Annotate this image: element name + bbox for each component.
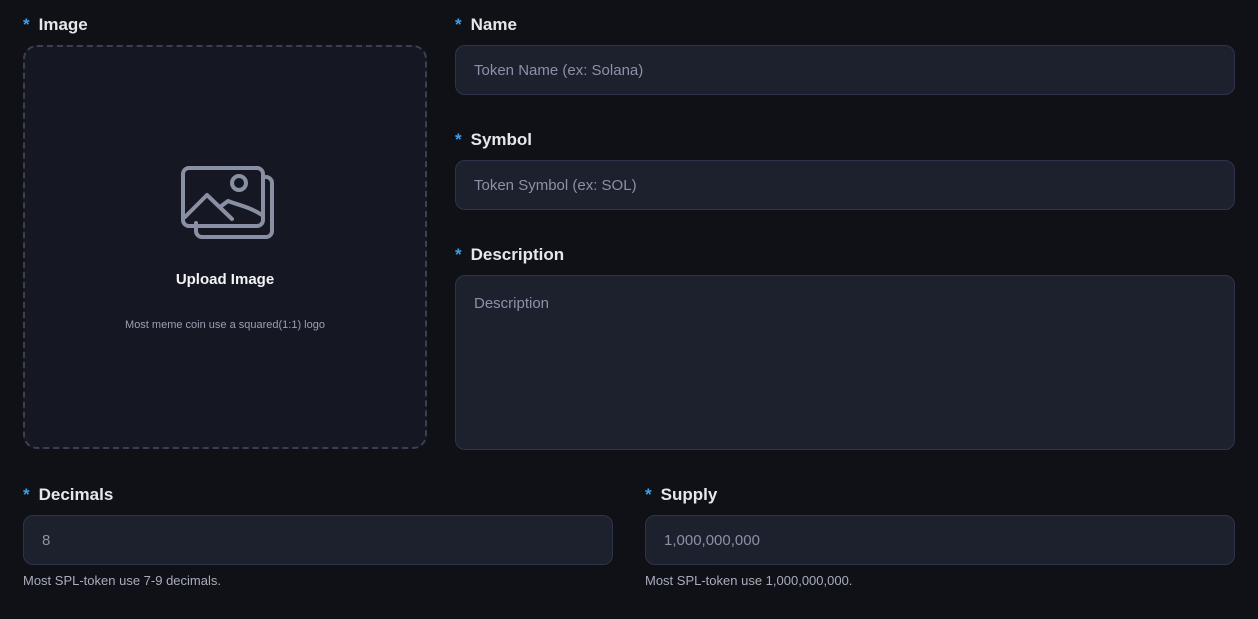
upload-hint: Most meme coin use a squared(1:1) logo	[125, 319, 325, 331]
symbol-label: * Symbol	[455, 130, 532, 150]
supply-label-text: Supply	[660, 485, 718, 504]
description-textarea[interactable]	[455, 275, 1235, 450]
supply-label: * Supply	[645, 485, 717, 505]
required-mark: *	[455, 245, 462, 264]
supply-input[interactable]	[645, 515, 1235, 565]
required-mark: *	[23, 485, 30, 504]
image-gallery-icon	[181, 166, 274, 239]
description-label-text: Description	[470, 245, 565, 264]
required-mark: *	[23, 15, 30, 34]
required-mark: *	[455, 15, 462, 34]
image-label: * Image	[23, 15, 88, 35]
decimals-label: * Decimals	[23, 485, 113, 505]
image-upload-dropzone[interactable]: Upload Image Most meme coin use a square…	[23, 45, 427, 449]
decimals-input[interactable]	[23, 515, 613, 565]
name-label: * Name	[455, 15, 517, 35]
required-mark: *	[455, 130, 462, 149]
decimals-label-text: Decimals	[38, 485, 114, 504]
name-label-text: Name	[470, 15, 517, 34]
decimals-help: Most SPL-token use 7-9 decimals.	[23, 573, 221, 588]
image-label-text: Image	[38, 15, 88, 34]
symbol-input[interactable]	[455, 160, 1235, 210]
upload-title: Upload Image	[175, 271, 275, 288]
symbol-label-text: Symbol	[470, 130, 533, 149]
token-form: * Image Upload Image Most meme coin use a…	[0, 0, 1258, 619]
supply-help: Most SPL-token use 1,000,000,000.	[645, 573, 853, 588]
name-input[interactable]	[455, 45, 1235, 95]
description-label: * Description	[455, 245, 564, 265]
required-mark: *	[645, 485, 652, 504]
